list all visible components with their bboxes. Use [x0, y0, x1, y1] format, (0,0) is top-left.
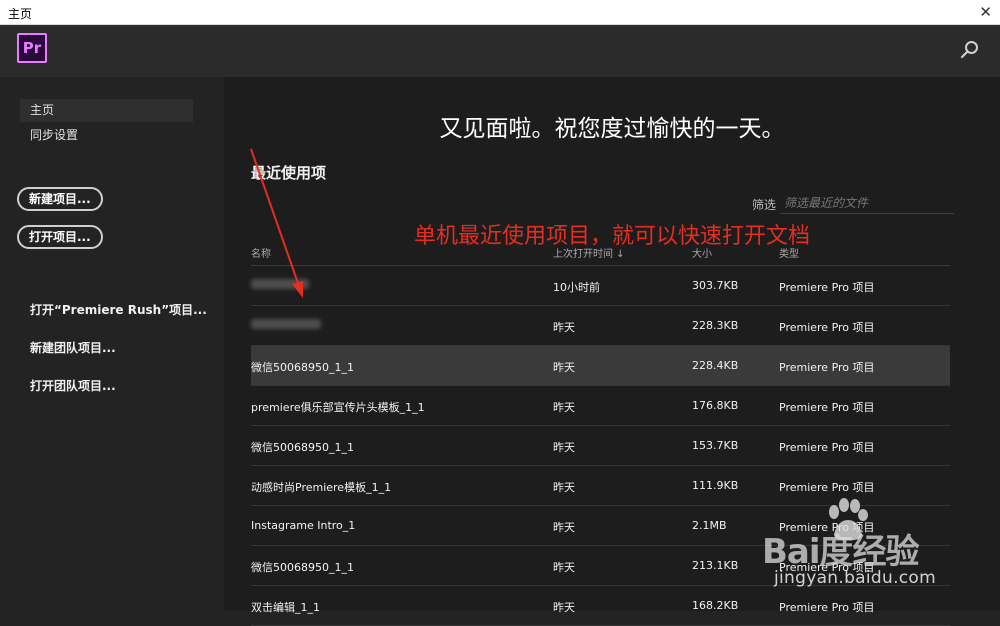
row-size: 176.8KB [692, 399, 739, 412]
row-time: 昨天 [553, 481, 575, 494]
row-name: 动感时尚Premiere模板_1_1 [251, 481, 392, 494]
open-team-project-link[interactable]: 打开团队项目... [30, 377, 116, 394]
close-icon[interactable]: ✕ [979, 3, 992, 21]
row-name: 微信50068950_1_1 [251, 561, 354, 574]
sidebar-nav: 主页 同步设置 [20, 99, 193, 149]
row-name: Instagrame Intro_1 [251, 519, 356, 532]
row-size: 228.4KB [692, 359, 739, 372]
filter-label: 筛选 [752, 198, 777, 212]
row-size: 2.1MB [692, 519, 727, 532]
window-titlebar: 主页 ✕ [0, 0, 1000, 25]
row-size: 153.7KB [692, 439, 739, 452]
row-type: Premiere Pro 项目 [779, 441, 875, 454]
table-row-selected[interactable]: 微信50068950_1_1 昨天 228.4KB Premiere Pro 项… [251, 346, 950, 386]
row-name: 微信50068950_1_1 [251, 441, 354, 454]
row-size: 111.9KB [692, 479, 739, 492]
row-size: 228.3KB [692, 319, 739, 332]
row-time: 10小时前 [553, 281, 600, 294]
row-type: Premiere Pro 项目 [779, 361, 875, 374]
baidu-watermark: Bai度经验 jingyan.baidu.com [762, 498, 992, 598]
row-type: Premiere Pro 项目 [779, 321, 875, 334]
row-time: 昨天 [553, 561, 575, 574]
table-row[interactable]: premiere俱乐部宣传片头模板_1_1 昨天 176.8KB Premier… [251, 386, 950, 426]
blurred-file-name [251, 319, 321, 332]
row-type: Premiere Pro 项目 [779, 401, 875, 414]
search-icon[interactable] [960, 40, 980, 60]
row-name: 微信50068950_1_1 [251, 361, 354, 374]
new-project-button[interactable]: 新建项目... [17, 187, 103, 211]
row-name: 双击编辑_1_1 [251, 601, 320, 614]
table-row[interactable]: 10小时前 303.7KB Premiere Pro 项目 [251, 266, 950, 306]
column-header-last-opened[interactable]: 上次打开时间 ↓ [553, 245, 625, 260]
row-type: Premiere Pro 项目 [779, 281, 875, 294]
row-size: 303.7KB [692, 279, 739, 292]
row-type: Premiere Pro 项目 [779, 481, 875, 494]
premiere-pro-logo: Pr [17, 33, 47, 63]
row-time: 昨天 [553, 601, 575, 614]
sidebar-item-home[interactable]: 主页 [20, 99, 193, 122]
column-header-name[interactable]: 名称 [251, 245, 271, 260]
table-row[interactable]: 微信50068950_1_1 昨天 153.7KB Premiere Pro 项… [251, 426, 950, 466]
greeting-text: 又见面啦。祝您度过愉快的一天。 [439, 116, 785, 142]
table-header: 名称 上次打开时间 ↓ 大小 类型 [251, 239, 950, 266]
row-time: 昨天 [553, 521, 575, 534]
row-type: Premiere Pro 项目 [779, 601, 875, 614]
row-time: 昨天 [553, 441, 575, 454]
recent-section-title: 最近使用项 [251, 164, 327, 182]
column-header-type[interactable]: 类型 [779, 245, 799, 260]
row-size: 168.2KB [692, 599, 739, 612]
row-time: 昨天 [553, 401, 575, 414]
filter-input[interactable] [780, 193, 954, 214]
row-size: 213.1KB [692, 559, 739, 572]
row-time: 昨天 [553, 321, 575, 334]
row-name: premiere俱乐部宣传片头模板_1_1 [251, 401, 425, 414]
blurred-file-name [251, 279, 309, 292]
window-title: 主页 [8, 7, 33, 21]
app-header: Pr [0, 25, 1000, 77]
baidu-logo-text: Bai度经验 [762, 532, 920, 572]
new-team-project-link[interactable]: 新建团队项目... [30, 339, 116, 356]
column-header-size[interactable]: 大小 [692, 245, 712, 260]
sidebar: 主页 同步设置 新建项目... 打开项目... 打开“Premiere Rush… [0, 77, 224, 611]
baidu-url-text: jingyan.baidu.com [774, 568, 936, 588]
row-time: 昨天 [553, 361, 575, 374]
sidebar-item-sync-settings[interactable]: 同步设置 [20, 124, 193, 147]
open-project-button[interactable]: 打开项目... [17, 225, 103, 249]
table-row[interactable]: 昨天 228.3KB Premiere Pro 项目 [251, 306, 950, 346]
open-rush-project-link[interactable]: 打开“Premiere Rush”项目... [30, 301, 207, 318]
